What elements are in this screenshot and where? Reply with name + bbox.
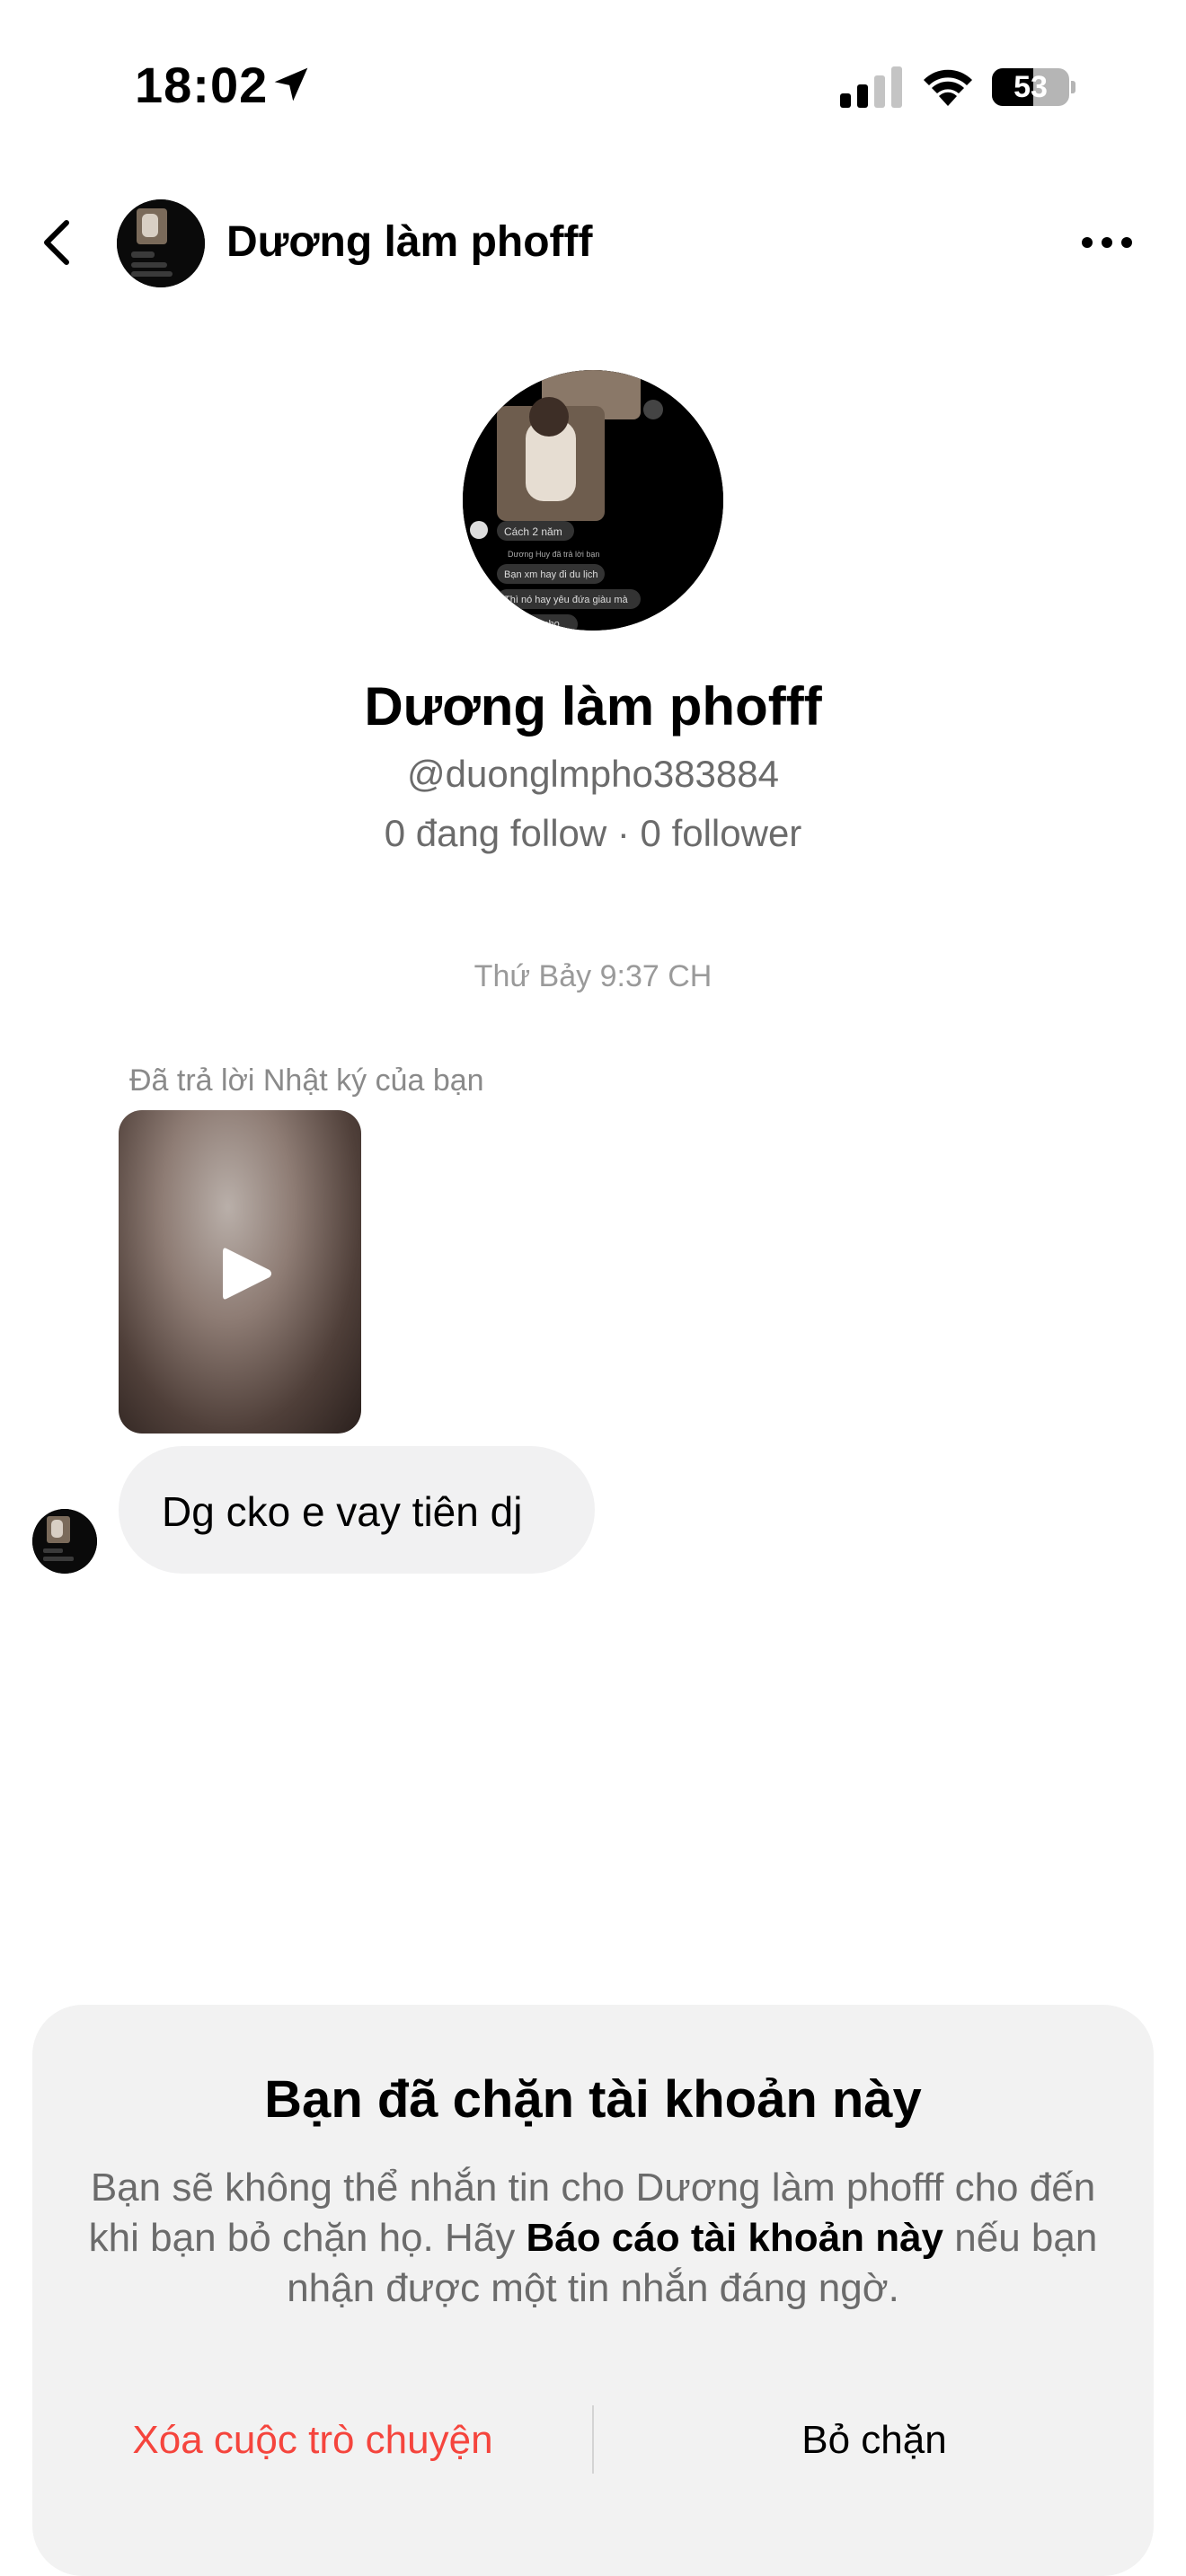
profile-stats: 0 đang follow · 0 follower: [384, 812, 802, 854]
message-avatar[interactable]: [32, 1509, 97, 1574]
blocked-title: Bạn đã chặn tài khoản này: [264, 2070, 922, 2129]
story-video-thumbnail[interactable]: [119, 1110, 361, 1434]
chat-header: Dương làm phofff: [0, 180, 1186, 305]
reply-label: Đã trả lời Nhật ký của bạn: [129, 1063, 484, 1098]
back-chevron-icon[interactable]: [36, 216, 81, 269]
location-arrow-icon: [274, 67, 308, 101]
avatar-reply-line: Dương Huy đã trả lời bạn: [508, 550, 599, 559]
battery-icon: 53: [992, 68, 1075, 106]
message-bubble[interactable]: Dg cko e vay tiên dj: [119, 1446, 595, 1574]
avatar-msg1: Bạn xm hay đi du lịch: [504, 569, 598, 580]
avatar-msg2: Thì nó hay yêu đứa giàu mà: [504, 595, 628, 605]
more-dots-icon[interactable]: [1078, 225, 1136, 260]
blocked-actions: Xóa cuộc trò chuyện Bỏ chặn: [32, 2391, 1154, 2490]
status-bar: 18:02 53: [0, 0, 1186, 171]
report-account-link[interactable]: Báo cáo tài khoản này: [526, 2216, 943, 2260]
actions-divider: [592, 2405, 594, 2474]
unblock-button[interactable]: Bỏ chặn: [595, 2391, 1154, 2490]
profile-name: Dương làm phofff: [364, 676, 822, 737]
profile-avatar[interactable]: Cách 2 năm Dương Huy đã trả lời bạn Bạn …: [463, 370, 723, 631]
cellular-signal-icon: [840, 66, 902, 108]
header-avatar[interactable]: [117, 199, 205, 287]
wifi-icon: [924, 69, 972, 106]
header-username[interactable]: Dương làm phofff: [226, 217, 592, 267]
blocked-description: Bạn sẽ không thể nhắn tin cho Dương làm …: [86, 2163, 1100, 2314]
profile-handle: @duonglmpho383884: [407, 753, 779, 795]
status-time: 18:02: [135, 57, 269, 113]
delete-conversation-button[interactable]: Xóa cuộc trò chuyện: [32, 2391, 593, 2490]
play-icon[interactable]: [217, 1243, 275, 1304]
message-text: Dg cko e vay tiên dj: [162, 1488, 523, 1535]
message-timestamp: Thứ Bảy 9:37 CH: [474, 959, 712, 993]
avatar-chip-text: Cách 2 năm: [504, 525, 562, 538]
avatar-msg3: cho: [544, 619, 560, 630]
battery-percent: 53: [1013, 70, 1048, 104]
blocked-account-card: Bạn đã chặn tài khoản này Bạn sẽ không t…: [32, 2005, 1154, 2576]
